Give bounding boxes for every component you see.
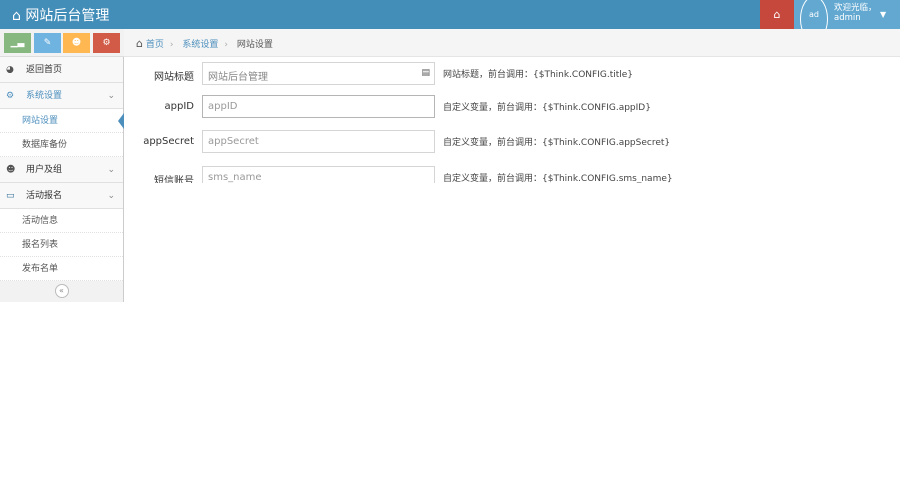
sidebar-item-publish-list[interactable]: 发布名单 <box>0 257 123 281</box>
edit-button[interactable]: ✎ <box>34 33 61 53</box>
home-icon: ⌂ <box>136 37 143 50</box>
label: 系统设置 <box>26 91 63 101</box>
label: 报名列表 <box>22 240 59 250</box>
field-hint: 自定义变量，前台调用：{$Think.CONFIG.sms_name} <box>443 174 673 183</box>
pencil-icon: ✎ <box>43 38 52 48</box>
breadcrumb-system[interactable]: 系统设置 <box>182 40 218 50</box>
field-label: appID <box>164 101 194 112</box>
sidebar-item-users[interactable]: ☻ 用户及组 ⌄ <box>0 157 123 183</box>
settings-form: 网站标题 网站后台管理 ▤ 网站标题，前台调用：{$Think.CONFIG.ti… <box>124 57 900 183</box>
stats-button[interactable]: ▁▃ <box>4 33 31 53</box>
field-label: 短信账号 <box>154 176 194 183</box>
home-icon: ⌂ <box>12 8 21 24</box>
breadcrumb-current: 网站设置 <box>236 40 273 50</box>
sidebar-item-db-backup[interactable]: 数据库备份 <box>0 133 123 157</box>
site-title-input[interactable]: 网站后台管理 ▤ <box>202 62 435 85</box>
sidebar-item-home[interactable]: ◕ 返回首页 <box>0 57 123 83</box>
label: 数据库备份 <box>22 140 68 150</box>
breadcrumb: ⌂ 首页 › 系统设置 › 网站设置 <box>124 29 900 57</box>
form-row-title: 网站标题 网站后台管理 ▤ 网站标题，前台调用：{$Think.CONFIG.ti… <box>124 62 900 86</box>
sidebar-item-event-info[interactable]: 活动信息 <box>0 209 123 233</box>
sidebar-item-events[interactable]: ▭ 活动报名 ⌄ <box>0 183 123 209</box>
collapse-icon[interactable]: « <box>54 284 69 298</box>
sidebar-item-system[interactable]: ⚙ 系统设置 ⌄ <box>0 83 123 109</box>
field-hint: 自定义变量，前台调用：{$Think.CONFIG.appID} <box>443 103 651 113</box>
home-icon: ⌂ <box>773 8 781 21</box>
signal-icon: ▁▃ <box>10 38 25 48</box>
field-label: 网站标题 <box>154 72 194 83</box>
chevron-down-icon: ⌄ <box>107 191 115 201</box>
desktop-icon: ▭ <box>6 191 15 201</box>
cogs-icon: ⚙ <box>102 38 111 48</box>
brand-title: 网站后台管理 <box>25 8 110 24</box>
label: 用户及组 <box>26 165 63 175</box>
users-icon: ☻ <box>6 165 16 175</box>
sidebar-item-site-settings[interactable]: 网站设置 <box>0 109 124 133</box>
appid-input[interactable]: appID <box>202 95 435 118</box>
caret-down-icon: ▼ <box>880 10 887 19</box>
label: 返回首页 <box>26 65 63 75</box>
appsecret-input[interactable]: appSecret <box>202 130 435 153</box>
gear-icon: ⚙ <box>6 91 15 101</box>
label: 活动信息 <box>22 216 59 226</box>
welcome-text: 欢迎光临， <box>834 3 877 13</box>
sidebar-item-signup-list[interactable]: 报名列表 <box>0 233 123 257</box>
field-label: appSecret <box>143 136 194 147</box>
settings-button[interactable]: ⚙ <box>93 33 120 53</box>
breadcrumb-home[interactable]: 首页 <box>146 40 164 50</box>
brand[interactable]: ⌂ 网站后台管理 <box>12 5 109 25</box>
sidebar: ◕ 返回首页 ⚙ 系统设置 ⌄ 网站设置 数据库备份 ☻ 用户及组 ⌄ ▭ 活动报名 ⌄ 活动… <box>0 57 124 302</box>
label: 发布名单 <box>22 264 59 274</box>
home-button[interactable]: ⌂ <box>760 0 794 29</box>
value: 网站后台管理 <box>208 72 268 83</box>
chevron-down-icon: ⌄ <box>107 165 115 175</box>
username: admin <box>834 13 861 23</box>
form-row-appid: appID appID 自定义变量，前台调用：{$Think.CONFIG.ap… <box>124 95 900 119</box>
users-button[interactable]: ☻ <box>63 33 90 53</box>
id-card-icon: ▤ <box>421 68 430 78</box>
sidebar-collapse[interactable]: « <box>0 281 123 301</box>
form-row-sms-name: 短信账号 sms_name 自定义变量，前台调用：{$Think.CONFIG.… <box>124 166 900 183</box>
dashboard-icon: ◕ <box>6 65 14 75</box>
field-hint: 网站标题，前台调用：{$Think.CONFIG.title} <box>443 70 634 80</box>
top-navbar: ⌂ 网站后台管理 ⌂ ad 欢迎光临， admin ▼ <box>0 0 900 42</box>
label: 活动报名 <box>26 191 63 201</box>
shortcut-bar: ▁▃ ✎ ☻ ⚙ <box>0 29 124 57</box>
form-row-appsecret: appSecret appSecret 自定义变量，前台调用：{$Think.C… <box>124 130 900 154</box>
label: 网站设置 <box>22 116 59 126</box>
user-menu[interactable]: ad 欢迎光临， admin ▼ <box>794 0 900 42</box>
users-icon: ☻ <box>71 38 82 48</box>
chevron-down-icon: ⌄ <box>107 91 115 101</box>
field-hint: 自定义变量，前台调用：{$Think.CONFIG.appSecret} <box>443 138 671 148</box>
sms-name-input[interactable]: sms_name <box>202 166 435 183</box>
